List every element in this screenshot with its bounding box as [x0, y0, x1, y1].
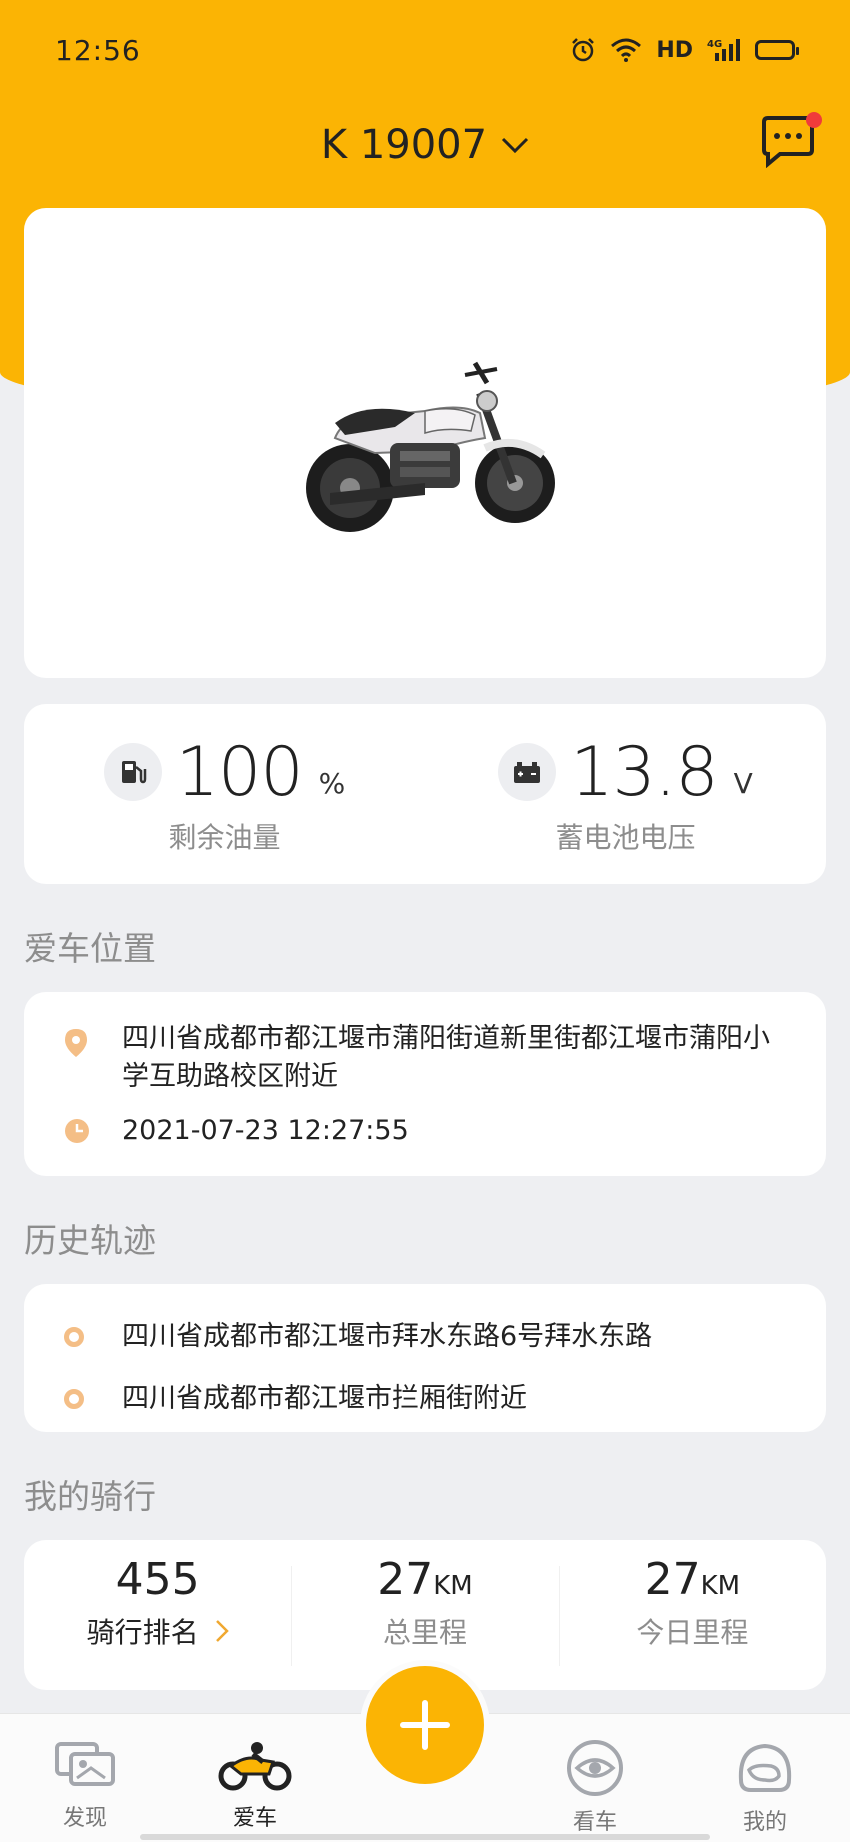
network-label: HD	[656, 37, 693, 63]
rank-label-row: 骑行排名	[87, 1611, 229, 1651]
today-distance-value-row: 27KM	[645, 1554, 740, 1605]
battery-unit: V	[733, 766, 753, 800]
fuel-label: 剩余油量	[168, 820, 281, 854]
tab-discover[interactable]: 发现	[0, 1714, 170, 1842]
status-time: 12:56	[55, 33, 141, 67]
alarm-icon	[572, 38, 595, 62]
today-distance-label: 今日里程	[636, 1616, 749, 1649]
rank-label: 骑行排名	[86, 1616, 199, 1649]
history-dot-icon	[64, 1389, 84, 1409]
battery-icon	[755, 40, 799, 60]
message-button[interactable]	[760, 112, 822, 172]
rank-value: 455	[115, 1554, 200, 1605]
total-distance-value-row: 27KM	[377, 1554, 472, 1605]
ride-today-distance: 27KM 今日里程	[558, 1540, 826, 1690]
battery-label: 蓄电池电压	[555, 820, 696, 854]
car-battery-icon	[498, 743, 557, 801]
vehicle-stats-card: 100 % 剩余油量 13.8 V 蓄电池电压	[24, 704, 826, 884]
tab-my-vehicle-label: 爱车	[232, 1806, 277, 1831]
history-item[interactable]: 四川省成都市都江堰市拦厢街附近	[64, 1368, 786, 1430]
history-item[interactable]: 四川省成都市都江堰市拜水东路6号拜水东路	[64, 1306, 786, 1368]
location-card[interactable]: 四川省成都市都江堰市蒲阳街道新里街都江堰市蒲阳小学互助路校区附近 2021-07…	[24, 992, 826, 1176]
fuel-unit: %	[318, 766, 346, 800]
tab-my-vehicle[interactable]: 爱车	[170, 1714, 340, 1842]
location-time: 2021-07-23 12:27:55	[122, 1115, 409, 1146]
location-pin-icon	[65, 1029, 87, 1057]
wifi-icon	[611, 38, 642, 62]
home-indicator[interactable]	[140, 1834, 710, 1840]
location-address-row: 四川省成都市都江堰市蒲阳街道新里街都江堰市蒲阳小学互助路校区附近	[64, 1020, 786, 1096]
battery-value: 13.8	[570, 732, 718, 812]
chevron-down-icon	[502, 137, 529, 154]
add-button[interactable]	[360, 1660, 490, 1790]
vehicle-image-card	[24, 208, 826, 678]
tab-profile-label: 我的	[742, 1810, 787, 1835]
status-icons: HD 4G	[570, 37, 799, 63]
today-distance-unit: KM	[700, 1571, 741, 1601]
history-item-text: 四川省成都市都江堰市拜水东路6号拜水东路	[122, 1321, 653, 1352]
eye-icon	[567, 1740, 623, 1796]
signal-icon: 4G	[707, 39, 740, 61]
battery-stat: 13.8 V 蓄电池电压	[425, 704, 826, 884]
helmet-icon	[738, 1743, 792, 1792]
ride-rank[interactable]: 455 骑行排名	[24, 1540, 291, 1690]
notification-badge	[806, 112, 822, 128]
vehicle-id: K 19007	[320, 122, 488, 168]
tab-discover-label: 发现	[62, 1806, 107, 1831]
history-section-title: 历史轨迹	[24, 1221, 156, 1260]
status-bar: 12:56 HD 4G	[0, 0, 850, 100]
tab-profile[interactable]: 我的	[680, 1714, 850, 1842]
chevron-right-icon	[215, 1620, 229, 1642]
clock-icon	[65, 1119, 89, 1143]
history-card: 四川省成都市都江堰市拜水东路6号拜水东路 四川省成都市都江堰市拦厢街附近	[24, 1284, 826, 1432]
location-address: 四川省成都市都江堰市蒲阳街道新里街都江堰市蒲阳小学互助路校区附近	[122, 1023, 770, 1092]
riding-section-title: 我的骑行	[24, 1477, 156, 1516]
discover-icon	[55, 1742, 115, 1786]
total-distance-unit: KM	[433, 1571, 473, 1601]
today-distance-value: 27	[644, 1554, 701, 1605]
fuel-pump-icon	[103, 743, 162, 801]
total-distance-value: 27	[377, 1554, 434, 1605]
motorcycle-image	[306, 361, 555, 532]
vehicle-selector[interactable]: K 19007	[321, 122, 529, 168]
fuel-value: 100	[175, 732, 304, 812]
location-section-title: 爱车位置	[24, 929, 156, 968]
tab-view-vehicles[interactable]: 看车	[510, 1714, 680, 1842]
svg-text:4G: 4G	[707, 39, 722, 50]
location-time-row: 2021-07-23 12:27:55	[64, 1112, 786, 1150]
history-dot-icon	[64, 1327, 84, 1347]
history-item-text: 四川省成都市都江堰市拦厢街附近	[122, 1383, 527, 1414]
app-header: K 19007	[0, 110, 850, 180]
fuel-stat: 100 % 剩余油量	[24, 704, 425, 884]
tab-view-vehicles-label: 看车	[572, 1810, 617, 1835]
motorcycle-icon	[218, 1742, 292, 1791]
plus-icon	[400, 1700, 450, 1750]
total-distance-label: 总里程	[382, 1616, 467, 1649]
